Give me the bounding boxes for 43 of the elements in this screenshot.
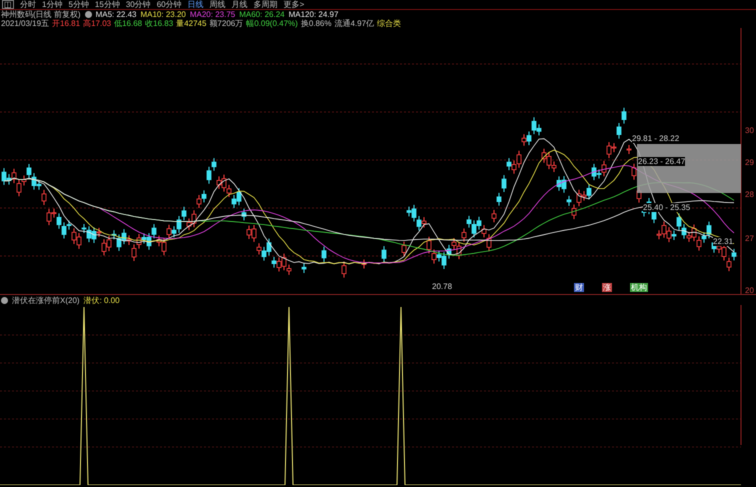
price-label: 26.23 - 26.47 <box>638 157 686 166</box>
period-tab[interactable]: 月线 <box>232 0 248 9</box>
period-tab[interactable]: 60分钟 <box>156 0 182 9</box>
period-tab[interactable]: 5分钟 <box>68 0 89 9</box>
info-badge[interactable]: 涨 <box>602 283 612 292</box>
quote-value: 2021/03/19五 <box>1 19 50 28</box>
ma-value: MA5: 22.43 <box>96 10 136 19</box>
price-label: 20.78 <box>432 282 452 291</box>
quote-value: 量42745 <box>176 19 206 28</box>
ma-value: MA20: 23.75 <box>190 10 236 19</box>
price-label: 22.31 <box>713 237 734 246</box>
stock-title: 神州数码(日线 前复权) <box>1 10 81 19</box>
quote-value: 开16.81 <box>52 19 80 28</box>
quote-value: 低16.68 <box>114 19 142 28</box>
indicator-name: 潜伏在涨停前X(20) <box>12 296 80 304</box>
period-tab[interactable]: 日线 <box>188 0 204 9</box>
layout-icon[interactable]: ◫ <box>2 0 14 9</box>
axis-label: 27 <box>745 234 754 243</box>
axis-label: 28 <box>745 190 754 199</box>
quote-value: 流通4.97亿 <box>334 19 374 28</box>
period-tab[interactable]: 30分钟 <box>126 0 151 9</box>
quote-value: 综合类 <box>377 19 402 28</box>
ma-value: MA60: 26.24 <box>239 10 285 19</box>
indicator-value: 潜伏: 0.00 <box>84 296 120 304</box>
period-tab[interactable]: 分时 <box>20 0 36 9</box>
period-tab[interactable]: 15分钟 <box>94 0 120 9</box>
quote-value: 额7206万 <box>209 19 244 28</box>
ma-value: MA120: 24.97 <box>288 10 338 19</box>
axis-label: 20 <box>745 286 754 295</box>
period-tab[interactable]: 更多> <box>284 0 304 9</box>
quote-value: 换0.86% <box>300 19 332 28</box>
ma-value: MA10: 23.20 <box>140 10 186 19</box>
quote-value: 幅0.09(0.47%) <box>246 19 298 28</box>
quote-value: 收16.83 <box>145 19 174 28</box>
info-badge[interactable]: 财 <box>574 283 584 292</box>
quote-value: 高17.03 <box>83 19 112 28</box>
period-tab[interactable]: 1分钟 <box>42 0 62 9</box>
axis-label: 30 <box>745 126 754 135</box>
price-label: 25.40 - 25.35 <box>643 203 690 212</box>
period-tab[interactable]: 周线 <box>210 0 226 9</box>
price-label: 29.81 - 28.22 <box>632 134 680 143</box>
period-tab[interactable]: 多周期 <box>254 0 278 9</box>
axis-label: 29 <box>745 158 754 167</box>
